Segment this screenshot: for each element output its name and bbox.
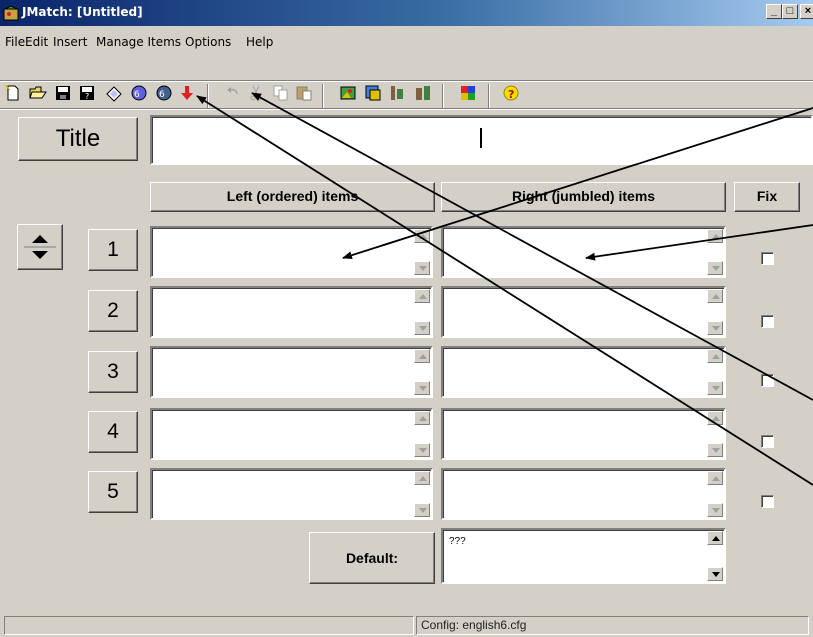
left-item-field[interactable]	[150, 346, 433, 398]
fix-checkbox[interactable]	[761, 374, 774, 387]
svg-text:?: ?	[85, 92, 89, 101]
fix-checkbox[interactable]	[761, 435, 774, 448]
scroll-up-arrow[interactable]	[414, 411, 430, 425]
row-number: 3	[88, 351, 138, 393]
jmatch-app-icon	[3, 5, 19, 21]
scroll-up-arrow[interactable]	[414, 471, 430, 485]
fix-header: Fix	[734, 182, 800, 212]
jmatch-window: JMatch: [Untitled] _ □ × File Edit Inser…	[0, 0, 813, 637]
copy-icon[interactable]	[270, 82, 292, 104]
scroll-up-arrow[interactable]	[707, 411, 723, 425]
scroll-down-arrow[interactable]	[707, 567, 723, 581]
close-button[interactable]: ×	[800, 4, 813, 19]
left-items-header: Left (ordered) items	[150, 182, 435, 212]
cut-icon[interactable]	[245, 82, 267, 104]
row-number: 4	[88, 411, 138, 453]
scroll-down-arrow[interactable]	[414, 503, 430, 517]
scroll-up-arrow[interactable]	[707, 349, 723, 363]
export-icon[interactable]	[176, 82, 198, 104]
left-item-field[interactable]	[150, 286, 433, 338]
menu-insert[interactable]: Insert	[53, 35, 87, 49]
right-item-field[interactable]	[441, 408, 726, 460]
right-items-header: Right (jumbled) items	[441, 182, 726, 212]
insert-html-icon[interactable]	[386, 82, 408, 104]
row-number: 1	[88, 229, 138, 271]
scroll-up-arrow[interactable]	[414, 229, 430, 243]
title-bar[interactable]: JMatch: [Untitled] _ □ ×	[0, 0, 813, 26]
create-drag-drop-page-icon[interactable]: 6	[153, 82, 175, 104]
toolbar: ? 6 6 ?	[0, 82, 813, 108]
svg-text:?: ?	[508, 88, 514, 101]
scroll-up-arrow[interactable]	[707, 531, 723, 545]
save-icon[interactable]	[52, 82, 74, 104]
arrow-down-icon	[32, 251, 48, 259]
toolbar-separator	[488, 84, 490, 108]
left-item-field[interactable]	[150, 468, 433, 520]
svg-text:6: 6	[159, 90, 165, 100]
fix-checkbox[interactable]	[761, 495, 774, 508]
maximize-button[interactable]: □	[782, 4, 798, 19]
row-number: 5	[88, 471, 138, 513]
default-field-value: ???	[449, 536, 466, 547]
new-file-icon[interactable]	[2, 82, 24, 104]
scroll-up-arrow[interactable]	[707, 289, 723, 303]
fix-checkbox[interactable]	[761, 252, 774, 265]
toolbar-separator	[442, 84, 444, 108]
paste-icon[interactable]	[293, 82, 315, 104]
left-item-field[interactable]	[150, 226, 433, 278]
default-label: Default:	[309, 532, 435, 584]
scroll-down-arrow[interactable]	[707, 503, 723, 517]
help-icon[interactable]: ?	[500, 82, 522, 104]
scroll-down-arrow[interactable]	[707, 321, 723, 335]
menu-edit[interactable]: Edit	[25, 35, 48, 49]
default-field[interactable]: ???	[441, 528, 726, 584]
clear-icon[interactable]	[103, 82, 125, 104]
create-web-page-icon[interactable]: 6	[128, 82, 150, 104]
window-title: JMatch: [Untitled]	[22, 5, 143, 19]
scroll-down-arrow[interactable]	[414, 321, 430, 335]
scroll-up-arrow[interactable]	[707, 471, 723, 485]
menu-help[interactable]: Help	[246, 35, 273, 49]
right-item-field[interactable]	[441, 226, 726, 278]
open-folder-icon[interactable]	[27, 82, 49, 104]
text-cursor	[480, 128, 482, 148]
config-icon[interactable]	[457, 82, 479, 104]
right-item-field[interactable]	[441, 346, 726, 398]
scroll-up-arrow[interactable]	[414, 349, 430, 363]
status-panel-main	[4, 616, 414, 635]
fix-checkbox[interactable]	[761, 315, 774, 328]
left-item-field[interactable]	[150, 408, 433, 460]
scroll-items-spinner[interactable]	[17, 224, 63, 270]
undo-icon[interactable]	[222, 82, 244, 104]
insert-media-icon[interactable]	[412, 82, 434, 104]
save-as-icon[interactable]: ?	[76, 82, 98, 104]
toolbar-bottom-divider	[0, 108, 813, 110]
title-input[interactable]	[150, 115, 813, 165]
menu-manage-items[interactable]: Manage Items	[96, 35, 181, 49]
scroll-down-arrow[interactable]	[414, 261, 430, 275]
scroll-up-arrow[interactable]	[707, 229, 723, 243]
scroll-down-arrow[interactable]	[414, 381, 430, 395]
scroll-down-arrow[interactable]	[707, 261, 723, 275]
menu-file[interactable]: File	[5, 35, 25, 49]
arrow-up-icon	[32, 235, 48, 243]
svg-text:6: 6	[134, 90, 140, 100]
scroll-down-arrow[interactable]	[707, 381, 723, 395]
status-panel-config: Config: english6.cfg	[416, 616, 809, 635]
scroll-up-arrow[interactable]	[414, 289, 430, 303]
status-bar: Config: english6.cfg	[0, 613, 813, 637]
row-number: 2	[88, 290, 138, 332]
minimize-button[interactable]: _	[766, 4, 782, 19]
menu-options[interactable]: Options	[185, 35, 231, 49]
toolbar-separator	[322, 84, 324, 108]
title-label: Title	[18, 117, 138, 161]
right-item-field[interactable]	[441, 286, 726, 338]
add-picture-icon[interactable]	[337, 82, 359, 104]
toolbar-separator	[207, 84, 209, 108]
scroll-down-arrow[interactable]	[414, 443, 430, 457]
scroll-down-arrow[interactable]	[707, 443, 723, 457]
add-link-icon[interactable]	[362, 82, 384, 104]
right-item-field[interactable]	[441, 468, 726, 520]
